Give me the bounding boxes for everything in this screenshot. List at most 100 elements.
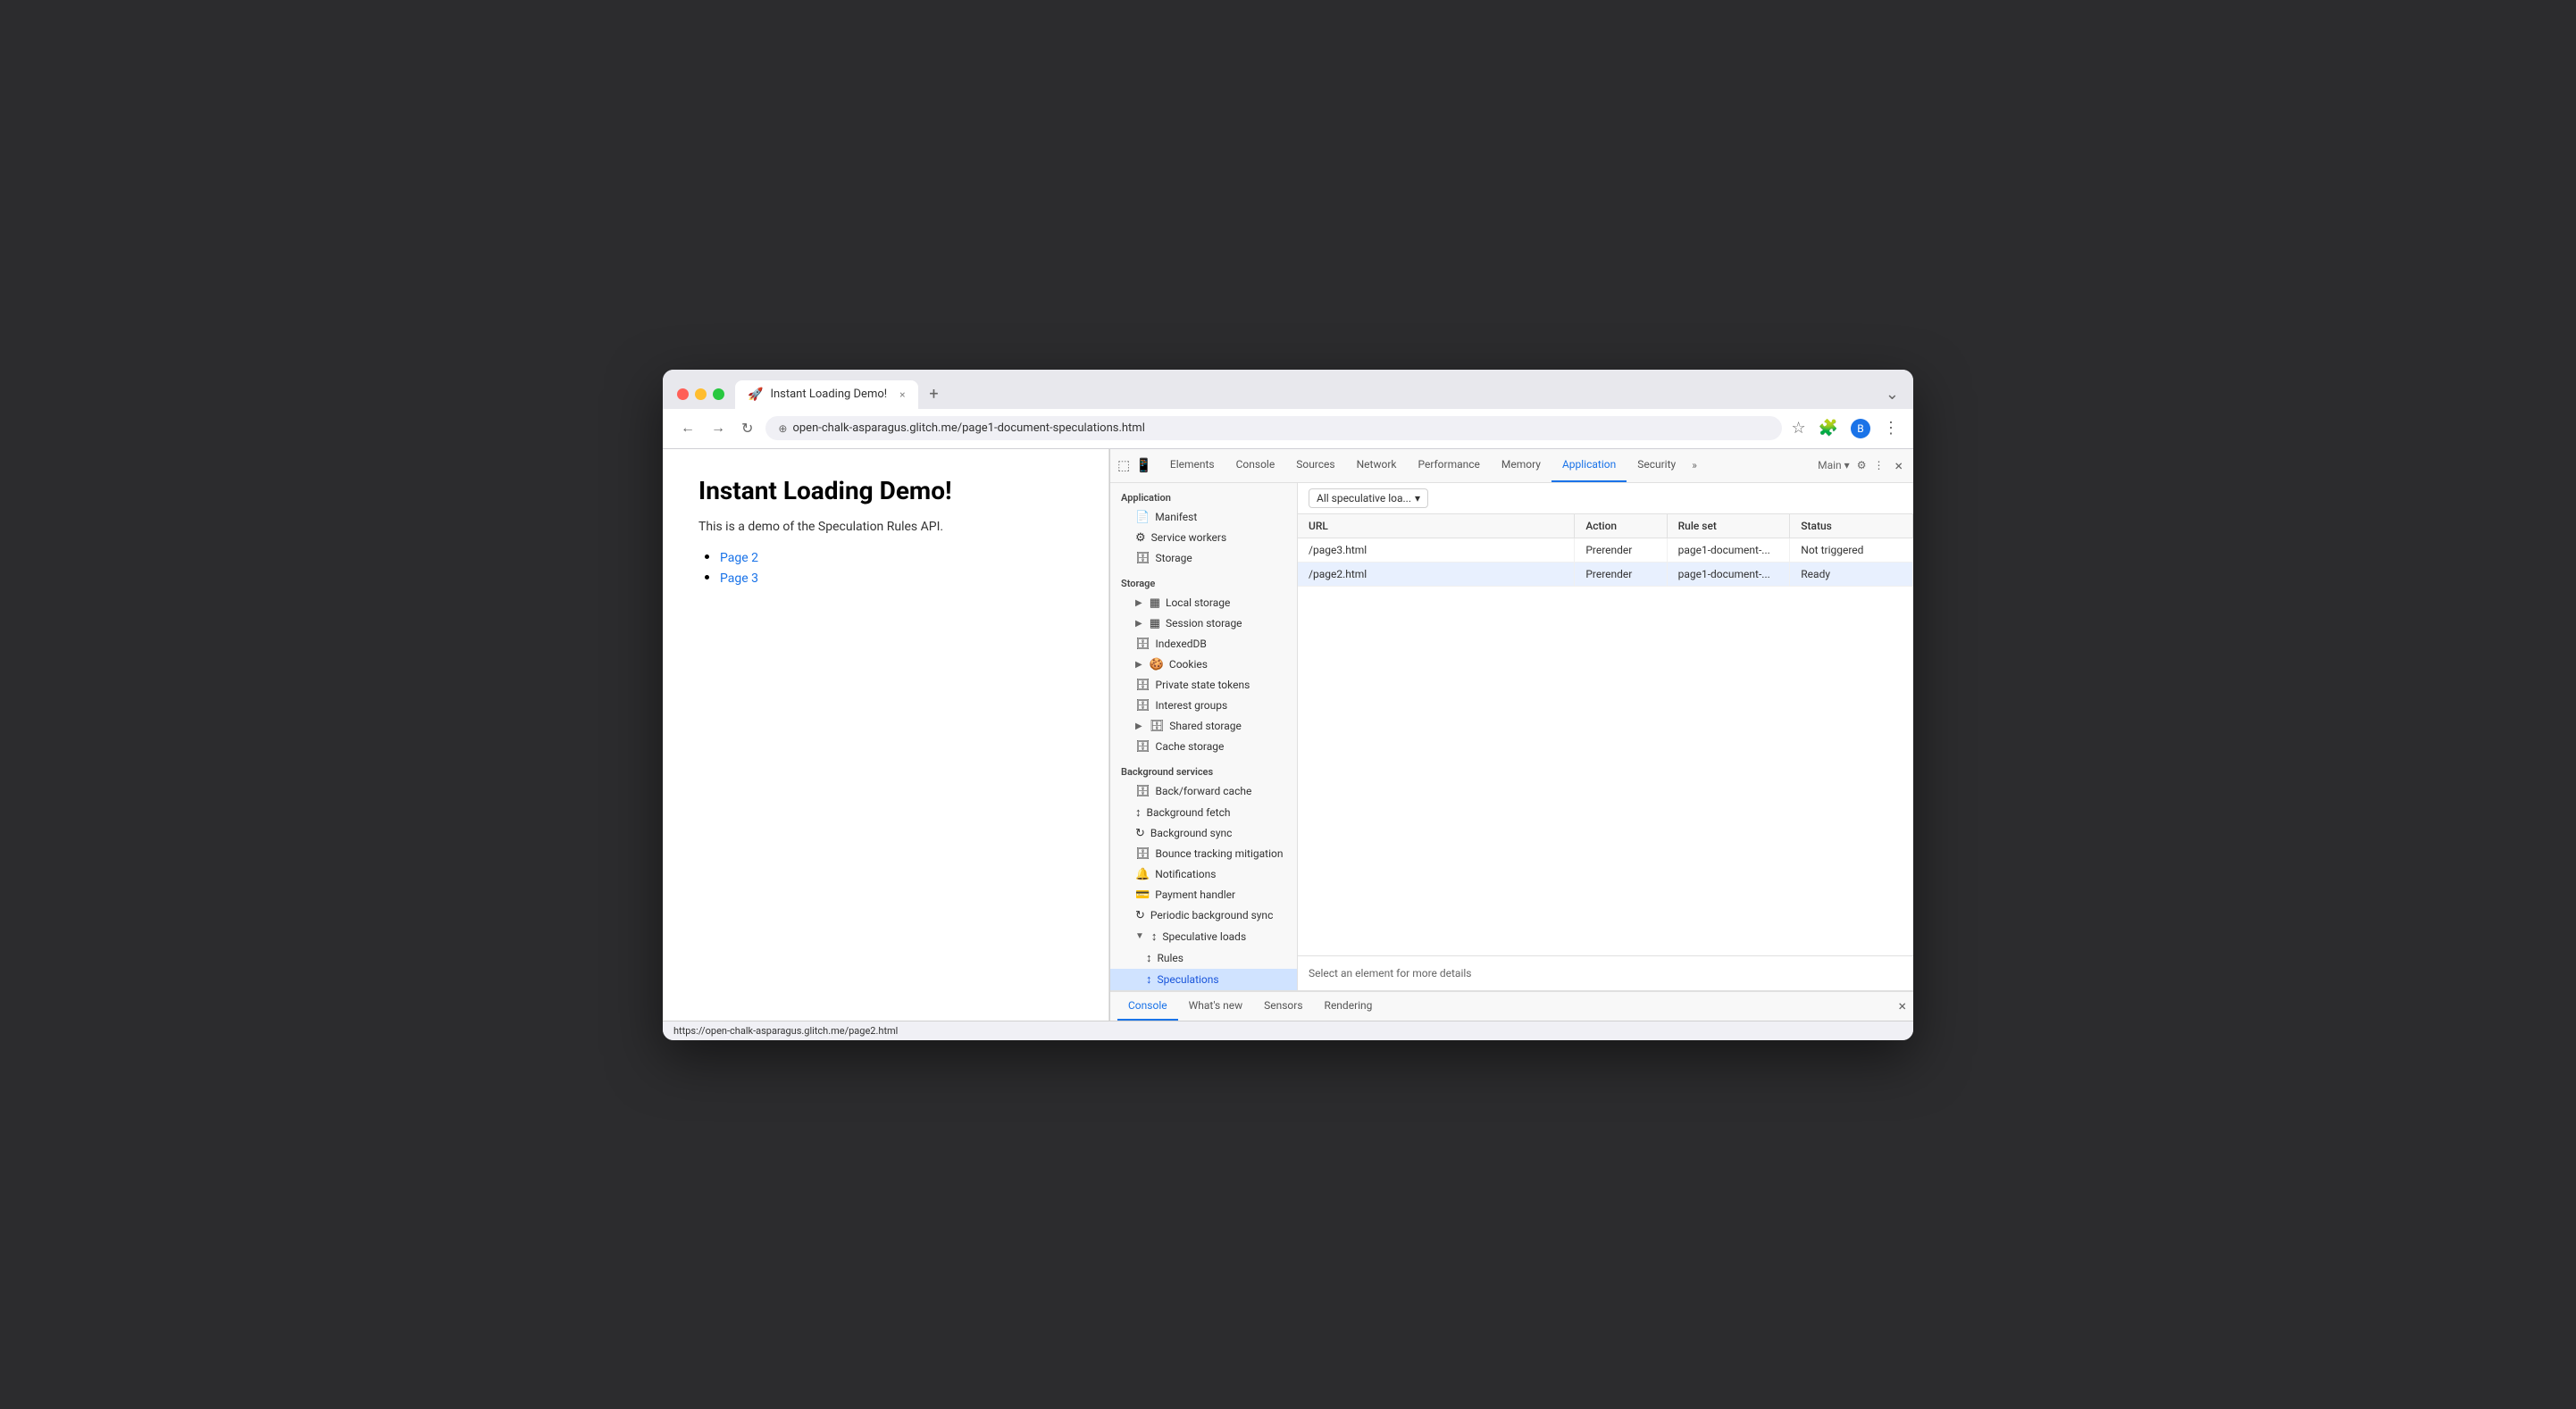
sidebar-item-shared-storage[interactable]: ▶ 🗄 Shared storage (1110, 716, 1297, 737)
sidebar-item-payment-handler[interactable]: 💳 Payment handler (1110, 885, 1297, 905)
tab-memory[interactable]: Memory (1491, 449, 1551, 482)
local-storage-label: Local storage (1166, 596, 1230, 609)
devtools-sidebar: Application 📄 Manifest ⚙ Service workers… (1110, 483, 1298, 990)
tab-console[interactable]: Console (1225, 449, 1286, 482)
sidebar-item-interest-groups[interactable]: 🗄 Interest groups (1110, 696, 1297, 716)
tab-application[interactable]: Application (1551, 449, 1627, 482)
status-url: https://open-chalk-asparagus.glitch.me/p… (673, 1025, 898, 1037)
minimize-button[interactable] (695, 388, 707, 400)
bookmark-icon[interactable]: ☆ (1791, 419, 1805, 438)
devtools-right: Main ▾ ⚙ ⋮ × (1818, 454, 1906, 478)
sidebar-item-service-workers[interactable]: ⚙ Service workers (1110, 528, 1297, 548)
table-row[interactable]: /page3.html Prerender page1-document-...… (1298, 538, 1913, 562)
session-storage-icon: ▦ (1150, 617, 1160, 630)
devtools-close-button[interactable]: × (1891, 454, 1906, 478)
rules-icon: ↕ (1146, 951, 1152, 965)
back-forward-cache-icon: 🗄 (1135, 785, 1150, 798)
app-section-header: Application (1110, 483, 1297, 507)
devtools-more-icon[interactable]: ⋮ (1873, 459, 1884, 471)
table-area: URL Action Rule set Status /page3.html P… (1298, 514, 1913, 955)
close-button[interactable] (677, 388, 689, 400)
tab-performance[interactable]: Performance (1407, 449, 1490, 482)
bottom-tab-whats-new[interactable]: What's new (1178, 992, 1254, 1021)
device-icon[interactable]: 📱 (1135, 457, 1152, 473)
private-state-tokens-icon: 🗄 (1135, 679, 1150, 692)
devtools-icons: ⬚ 📱 (1117, 457, 1152, 473)
sidebar-item-back-forward-cache[interactable]: 🗄 Back/forward cache (1110, 781, 1297, 802)
tab-close-button[interactable]: × (899, 388, 905, 401)
table-row[interactable]: /page2.html Prerender page1-document-...… (1298, 562, 1913, 586)
row-status: Not triggered (1790, 538, 1913, 562)
sidebar-item-speculative-loads[interactable]: ▼ ↕ Speculative loads (1110, 926, 1297, 947)
sidebar-item-background-fetch[interactable]: ↕ Background fetch (1110, 802, 1297, 823)
active-tab[interactable]: 🚀 Instant Loading Demo! × (735, 380, 918, 409)
bottom-tab-console[interactable]: Console (1117, 992, 1178, 1021)
speculations-table: URL Action Rule set Status /page3.html P… (1298, 514, 1913, 587)
sidebar-item-cookies[interactable]: ▶ 🍪 Cookies (1110, 654, 1297, 675)
sidebar-item-storage-top[interactable]: 🗄 Storage (1110, 548, 1297, 569)
profile-icon[interactable]: B (1851, 419, 1870, 438)
indexeddb-icon: 🗄 (1135, 638, 1150, 651)
page-title: Instant Loading Demo! (698, 476, 1073, 505)
background-sync-icon: ↻ (1135, 827, 1145, 840)
sidebar-item-session-storage[interactable]: ▶ ▦ Session storage (1110, 613, 1297, 634)
row-ruleset: page1-document-... (1667, 538, 1790, 562)
status-bar: https://open-chalk-asparagus.glitch.me/p… (663, 1021, 1913, 1040)
bottom-tab-sensors[interactable]: Sensors (1253, 992, 1313, 1021)
filter-label: All speculative loa... (1317, 492, 1411, 504)
cache-storage-icon: 🗄 (1135, 740, 1150, 754)
bounce-tracking-icon: 🗄 (1135, 847, 1150, 861)
speculative-loads-label: Speculative loads (1162, 930, 1246, 943)
tabs-more-button[interactable]: » (1686, 459, 1702, 471)
menu-icon[interactable]: ⋮ (1883, 419, 1899, 438)
tab-network[interactable]: Network (1346, 449, 1408, 482)
settings-icon[interactable]: ⚙ (1857, 459, 1867, 471)
page3-link[interactable]: Page 3 (720, 571, 758, 586)
sidebar-item-rules[interactable]: ↕ Rules (1110, 947, 1297, 969)
manifest-label: Manifest (1155, 511, 1197, 523)
sidebar-item-notifications[interactable]: 🔔 Notifications (1110, 864, 1297, 885)
tab-security[interactable]: Security (1627, 449, 1686, 482)
private-state-tokens-label: Private state tokens (1156, 679, 1250, 691)
tab-overflow-button[interactable]: ⌄ (1886, 385, 1899, 404)
sidebar-item-indexeddb[interactable]: 🗄 IndexedDB (1110, 634, 1297, 654)
inspect-icon[interactable]: ⬚ (1117, 457, 1130, 473)
bottom-tab-rendering[interactable]: Rendering (1314, 992, 1384, 1021)
sidebar-item-manifest[interactable]: 📄 Manifest (1110, 507, 1297, 528)
sidebar-item-periodic-bg-sync[interactable]: ↻ Periodic background sync (1110, 905, 1297, 926)
filter-dropdown[interactable]: All speculative loa... ▾ (1309, 488, 1428, 508)
maximize-button[interactable] (713, 388, 724, 400)
reload-button[interactable]: ↻ (738, 416, 757, 441)
speculations-icon: ↕ (1146, 972, 1152, 987)
row-url: /page2.html (1298, 562, 1575, 586)
context-label: Main ▾ (1818, 459, 1850, 471)
tab-sources[interactable]: Sources (1285, 449, 1345, 482)
back-button[interactable]: ← (677, 417, 698, 440)
lock-icon: ⊕ (778, 422, 787, 435)
forward-button[interactable]: → (707, 417, 729, 440)
sidebar-item-private-state-tokens[interactable]: 🗄 Private state tokens (1110, 675, 1297, 696)
page2-link[interactable]: Page 2 (720, 551, 758, 565)
page-links: Page 2 Page 3 (698, 548, 1073, 586)
sidebar-item-background-sync[interactable]: ↻ Background sync (1110, 823, 1297, 844)
tab-favicon: 🚀 (748, 388, 763, 402)
address-field[interactable]: ⊕ open-chalk-asparagus.glitch.me/page1-d… (765, 416, 1782, 440)
speculations-label: Speculations (1158, 973, 1219, 986)
sidebar-item-cache-storage[interactable]: 🗄 Cache storage (1110, 737, 1297, 757)
bottom-close-button[interactable]: × (1898, 997, 1906, 1014)
sidebar-item-speculations[interactable]: ↕ Speculations (1110, 969, 1297, 990)
manifest-icon: 📄 (1135, 511, 1150, 524)
browser-window: 🚀 Instant Loading Demo! × + ⌄ ← → ↻ ⊕ op… (663, 370, 1913, 1040)
new-tab-button[interactable]: + (922, 382, 947, 407)
title-bar: 🚀 Instant Loading Demo! × + ⌄ (663, 370, 1913, 409)
tab-bar: 🚀 Instant Loading Demo! × + (735, 380, 1875, 409)
devtools-body: Application 📄 Manifest ⚙ Service workers… (1110, 483, 1913, 990)
tab-elements[interactable]: Elements (1159, 449, 1225, 482)
bounce-tracking-label: Bounce tracking mitigation (1156, 847, 1284, 860)
sidebar-item-bounce-tracking[interactable]: 🗄 Bounce tracking mitigation (1110, 844, 1297, 864)
sidebar-item-local-storage[interactable]: ▶ ▦ Local storage (1110, 593, 1297, 613)
rules-label: Rules (1158, 952, 1183, 964)
indexeddb-label: IndexedDB (1156, 638, 1207, 650)
background-sync-label: Background sync (1150, 827, 1233, 839)
extensions-icon[interactable]: 🧩 (1819, 419, 1838, 438)
